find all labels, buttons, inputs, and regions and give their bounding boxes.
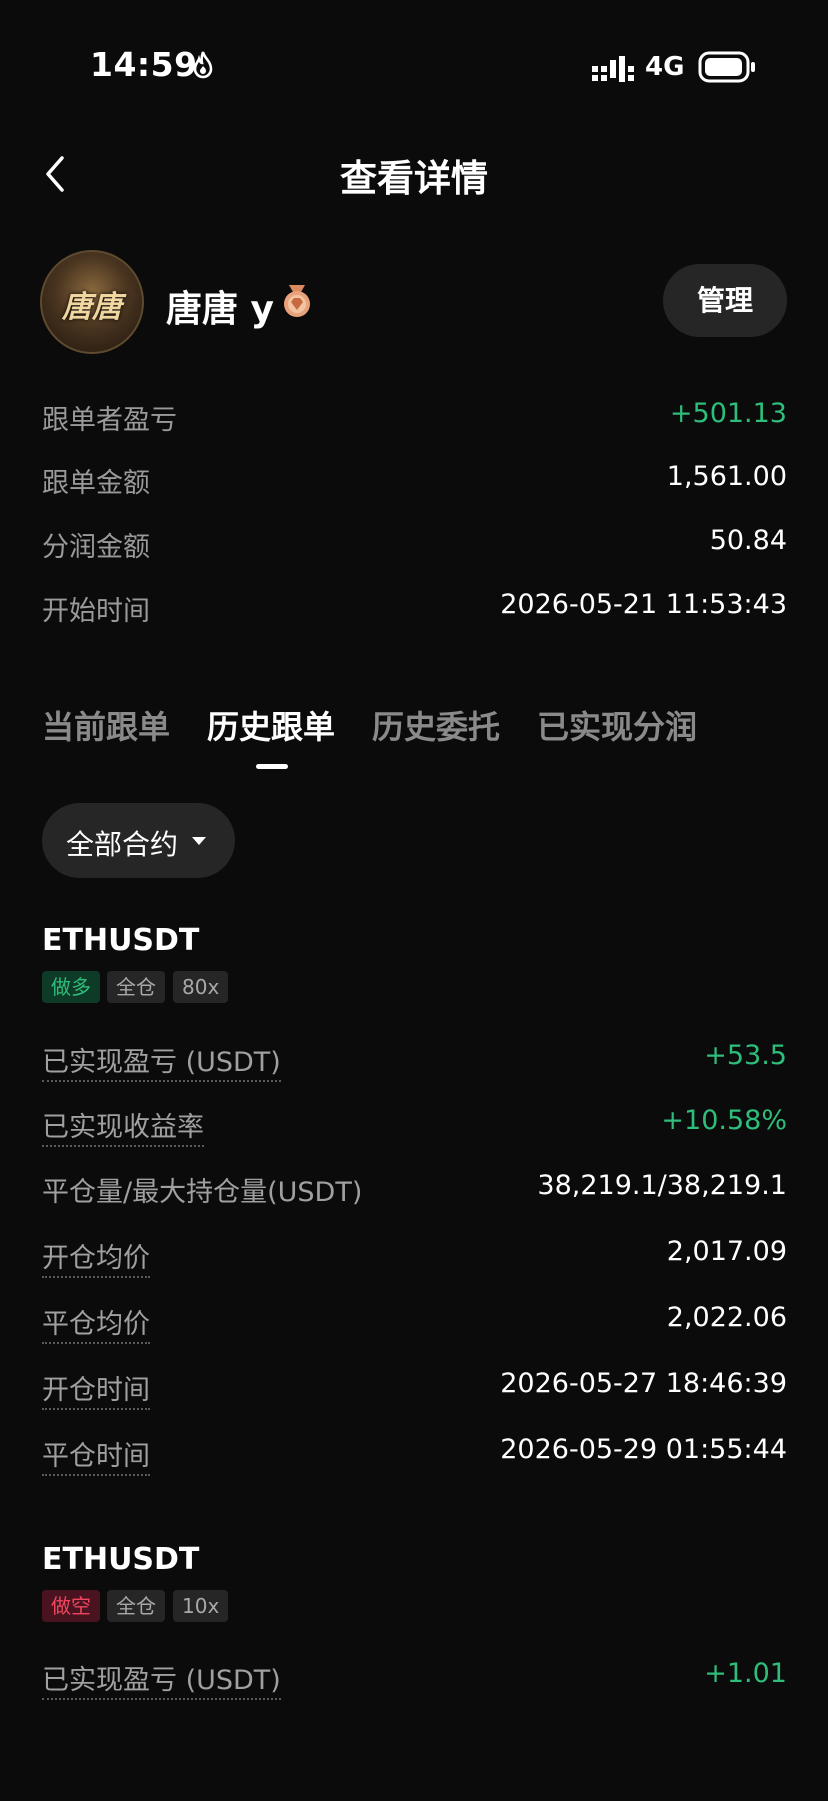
- network-type: 4G: [645, 52, 685, 82]
- tab-history-orders[interactable]: 历史委托: [372, 702, 500, 748]
- realized-pnl-label[interactable]: 已实现盈亏 (USDT): [42, 1040, 281, 1082]
- close-time-label[interactable]: 平仓时间: [42, 1434, 150, 1476]
- tab-current-copy[interactable]: 当前跟单: [42, 702, 170, 748]
- open-time-label[interactable]: 开仓时间: [42, 1368, 150, 1410]
- bronze-medal-icon: [284, 285, 310, 317]
- position-symbol: ETHUSDT: [42, 1542, 200, 1577]
- tab-history-copy[interactable]: 历史跟单: [207, 702, 335, 748]
- battery-icon: [698, 51, 755, 83]
- caret-down-icon: [192, 837, 206, 845]
- close-volume-value: 38,219.1/38,219.1: [537, 1170, 787, 1201]
- position-symbol: ETHUSDT: [42, 923, 200, 958]
- start-time-value: 2026-05-21 11:53:43: [500, 589, 787, 620]
- side-tag: 做空: [42, 1590, 100, 1622]
- margin-mode-tag: 全仓: [107, 971, 165, 1003]
- copier-pnl-value: +501.13: [669, 398, 787, 429]
- profit-share-value: 50.84: [709, 525, 787, 556]
- manage-button[interactable]: 管理: [663, 264, 787, 337]
- close-time-value: 2026-05-29 01:55:44: [500, 1434, 787, 1465]
- avatar-text: 唐唐: [62, 290, 122, 325]
- realized-pnl-value: +53.5: [704, 1040, 787, 1071]
- username: 唐唐 y: [166, 289, 275, 330]
- close-price-value: 2,022.06: [666, 1302, 787, 1333]
- signal-icon: [592, 56, 634, 82]
- leverage-tag: 80x: [173, 971, 229, 1003]
- page-title: 查看详情: [340, 157, 488, 200]
- status-time: 14:59: [90, 45, 198, 84]
- side-tag: 做多: [42, 971, 100, 1003]
- realized-pnl-value: +1.01: [704, 1658, 787, 1689]
- copier-pnl-label: 跟单者盈亏: [42, 405, 177, 436]
- open-price-value: 2,017.09: [666, 1236, 787, 1267]
- open-time-value: 2026-05-27 18:46:39: [500, 1368, 787, 1399]
- close-price-label[interactable]: 平仓均价: [42, 1302, 150, 1344]
- profit-share-label: 分润金额: [42, 532, 150, 563]
- contract-filter-label: 全部合约: [66, 828, 179, 861]
- margin-mode-tag: 全仓: [107, 1590, 165, 1622]
- close-volume-label: 平仓量/最大持仓量(USDT): [42, 1177, 363, 1208]
- copy-amount-value: 1,561.00: [666, 461, 787, 492]
- realized-roi-label[interactable]: 已实现收益率: [42, 1105, 204, 1147]
- tab-realized-profit-share[interactable]: 已实现分润: [537, 702, 697, 748]
- start-time-label: 开始时间: [42, 596, 150, 627]
- realized-pnl-label[interactable]: 已实现盈亏 (USDT): [42, 1658, 281, 1700]
- open-price-label[interactable]: 开仓均价: [42, 1236, 150, 1278]
- contract-filter-dropdown[interactable]: 全部合约: [42, 803, 235, 878]
- copy-amount-label: 跟单金额: [42, 468, 150, 499]
- leverage-tag: 10x: [173, 1590, 229, 1622]
- active-tab-indicator: [256, 764, 288, 769]
- realized-roi-value: +10.58%: [661, 1105, 787, 1136]
- avatar[interactable]: 唐唐: [40, 250, 144, 354]
- flame-icon: [193, 51, 213, 79]
